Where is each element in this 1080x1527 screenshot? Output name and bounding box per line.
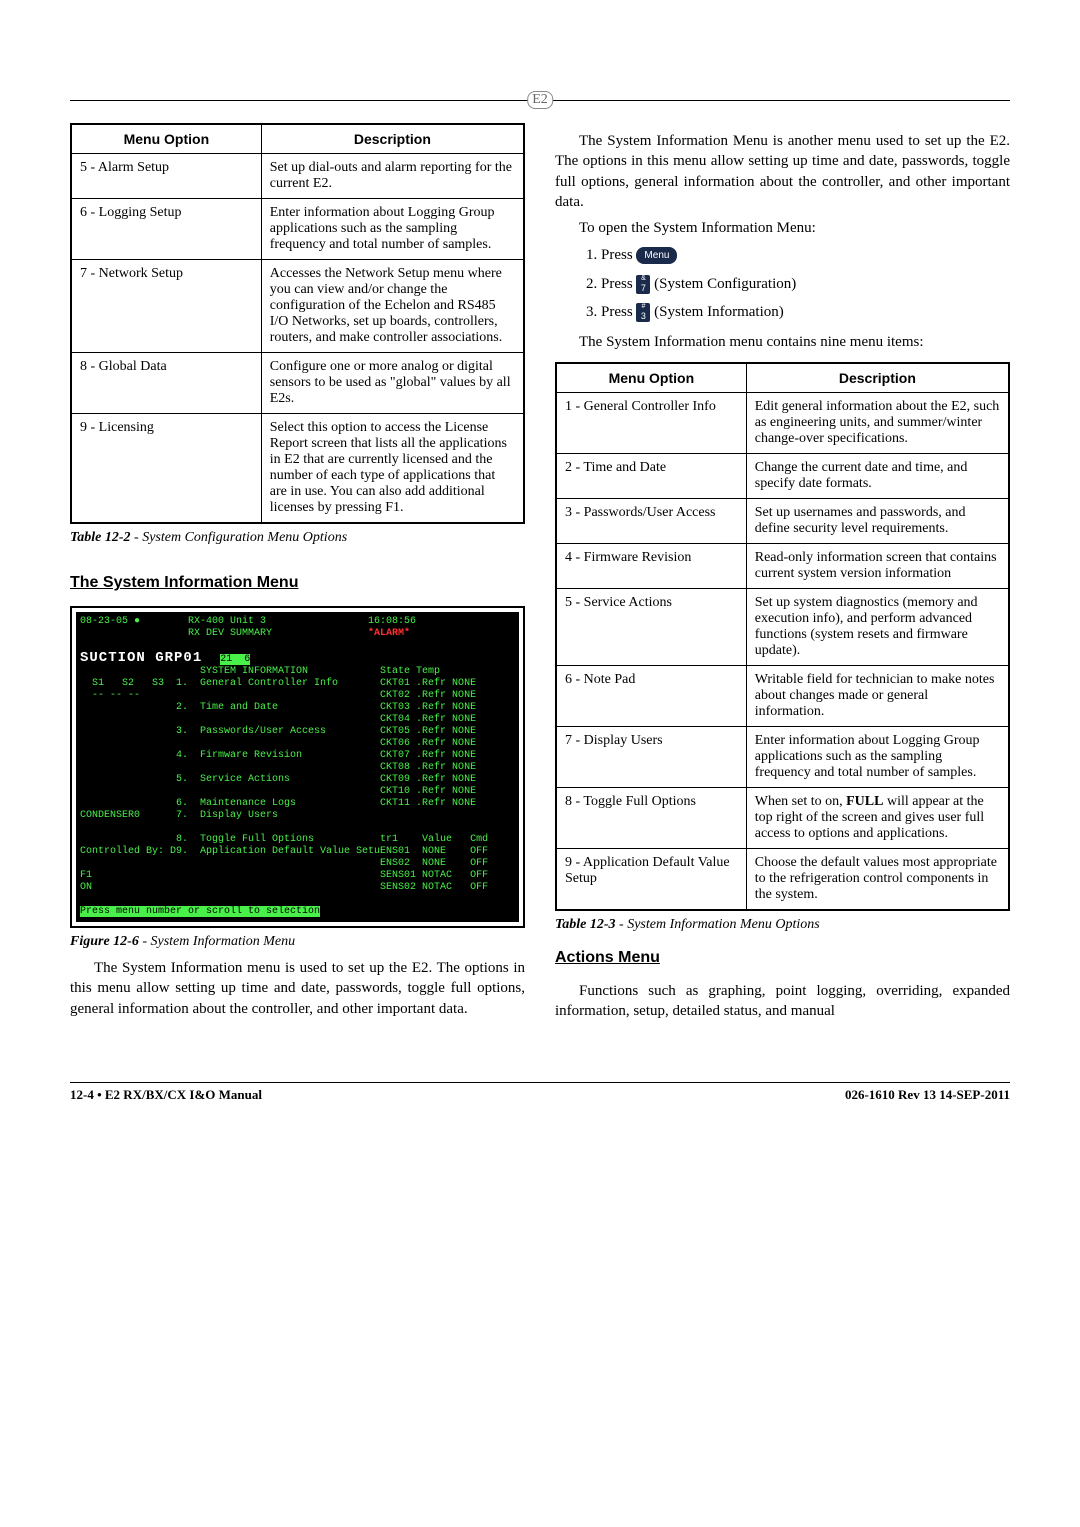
sysinfo-intro: The System Information Menu is another m… [555, 131, 1010, 212]
sysinfo-heading: The System Information Menu [70, 574, 525, 592]
step-2: Press & 7 (System Configuration) [601, 273, 1010, 296]
sysinfo-body-left: The System Information menu is used to s… [70, 958, 525, 1019]
footer-left: 12-4 • E2 RX/BX/CX I&O Manual [70, 1087, 262, 1103]
key-3-icon: # 3 [636, 303, 650, 322]
sysinfo-figure-caption: Figure 12-6 - System Information Menu [70, 934, 525, 950]
table-row: 8 - Toggle Full OptionsWhen set to on, F… [556, 788, 1009, 849]
table-row: 6 - Note PadWritable field for technicia… [556, 666, 1009, 727]
table-row: 7 - Network Setup Accesses the Network S… [71, 260, 524, 353]
step-3: Press # 3 (System Information) [601, 301, 1010, 324]
key-7-icon: & 7 [636, 275, 650, 294]
table-row: 2 - Time and DateChange the current date… [556, 454, 1009, 499]
syscfg-table-caption: Table 12-2 - System Configuration Menu O… [70, 530, 525, 546]
sysinfo-items-line: The System Information menu contains nin… [555, 332, 1010, 352]
syscfg-table: Menu Option Description 5 - Alarm Setup … [70, 123, 525, 524]
sysinfo-col-desc: Description [746, 363, 1009, 393]
table-row: 6 - Logging Setup Enter information abou… [71, 199, 524, 260]
sysinfo-col-option: Menu Option [556, 363, 746, 393]
table-row: 3 - Passwords/User AccessSet up username… [556, 499, 1009, 544]
sysinfo-table: Menu Option Description 1 - General Cont… [555, 362, 1010, 911]
sysinfo-figure: 08-23-05 ● RX-400 Unit 3 16:08:56 RX DEV… [70, 606, 525, 928]
table-row: 9 - Licensing Select this option to acce… [71, 414, 524, 524]
table-row: 4 - Firmware RevisionRead-only informati… [556, 544, 1009, 589]
table-row: 8 - Global Data Configure one or more an… [71, 353, 524, 414]
sysinfo-open-line: To open the System Information Menu: [555, 218, 1010, 238]
step-1: Press Menu [601, 244, 1010, 267]
syscfg-col-desc: Description [261, 124, 524, 154]
header-logo: E2 [527, 91, 553, 109]
sysinfo-steps: Press Menu Press & 7 (System Configurati… [601, 244, 1010, 324]
actions-body: Functions such as graphing, point loggin… [555, 981, 1010, 1022]
table-row: 7 - Display UsersEnter information about… [556, 727, 1009, 788]
table-row: 1 - General Controller InfoEdit general … [556, 393, 1009, 454]
table-row: 5 - Service ActionsSet up system diagnos… [556, 589, 1009, 666]
syscfg-col-option: Menu Option [71, 124, 261, 154]
footer-right: 026-1610 Rev 13 14-SEP-2011 [845, 1087, 1010, 1103]
table-row: 9 - Application Default Value SetupChoos… [556, 849, 1009, 911]
menu-key-icon: Menu [636, 247, 677, 264]
table-row: 5 - Alarm Setup Set up dial-outs and ala… [71, 154, 524, 199]
page-footer: 12-4 • E2 RX/BX/CX I&O Manual 026-1610 R… [70, 1082, 1010, 1103]
actions-heading: Actions Menu [555, 949, 1010, 967]
sysinfo-table-caption: Table 12-3 - System Information Menu Opt… [555, 917, 1010, 933]
